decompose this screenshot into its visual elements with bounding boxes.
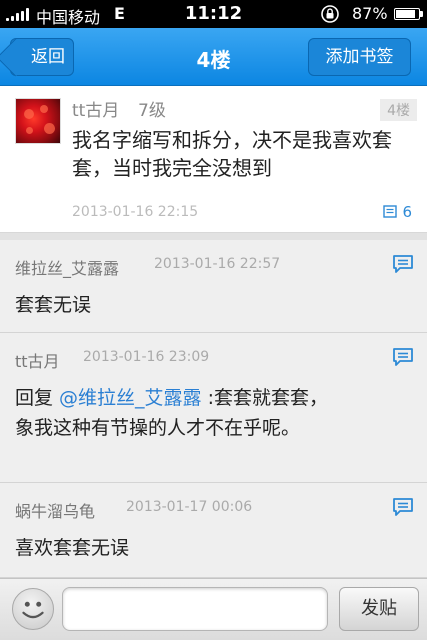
emoji-icon[interactable]: [12, 588, 54, 630]
reply-comment-icon[interactable]: [392, 254, 414, 274]
comment-username[interactable]: 蜗牛溜乌龟: [15, 498, 95, 522]
comment-item: 维拉丝_艾露露 2013-01-16 22:57 套套无误: [0, 240, 427, 333]
reply-comment-icon[interactable]: [392, 497, 414, 517]
post-reply-button[interactable]: 发贴: [339, 587, 419, 631]
reply-count: 6: [402, 203, 412, 221]
section-divider: [0, 232, 427, 240]
comment-timestamp: 2013-01-16 23:09: [83, 349, 210, 365]
comment-content: 喜欢套套无误: [15, 533, 345, 563]
reply-prefix: 回复: [15, 387, 60, 409]
comment-username[interactable]: tt古月: [15, 348, 60, 372]
battery-icon: [394, 8, 420, 20]
comment-username[interactable]: 维拉丝_艾露露: [15, 255, 119, 279]
comment-text: 套套无误: [15, 294, 92, 316]
post-timestamp: 2013-01-16 22:15: [72, 204, 199, 220]
floor-post: tt古月 7级 4楼 我名字缩写和拆分，决不是我喜欢套套，当时我完全没想到 20…: [0, 86, 427, 232]
comment-item: tt古月 2013-01-16 23:09 回复 @维拉丝_艾露露 :套套就套套…: [0, 333, 427, 483]
rotation-lock-icon: [321, 5, 339, 23]
reply-text-input[interactable]: [62, 587, 328, 631]
comment-list: 维拉丝_艾露露 2013-01-16 22:57 套套无误 tt古月 2013-…: [0, 240, 427, 578]
navigation-bar: 返回 4楼 添加书签: [0, 28, 427, 86]
user-level: 7级: [138, 101, 166, 121]
add-bookmark-button[interactable]: 添加书签: [308, 38, 411, 76]
post-content: 我名字缩写和拆分，决不是我喜欢套套，当时我完全没想到: [72, 128, 392, 180]
reply-comment-icon[interactable]: [392, 347, 414, 367]
app: 中国移动 E 11:12 87% 返回 4楼 添加书签 tt古月 7级 4楼 我…: [0, 0, 427, 640]
comment-text: 喜欢套套无误: [15, 537, 130, 559]
comment-content: 套套无误: [15, 290, 345, 320]
floor-badge: 4楼: [380, 99, 417, 121]
battery-percent: 87%: [352, 4, 388, 23]
comment-icon: [383, 205, 398, 218]
battery-tip: [420, 11, 423, 17]
status-bar: 中国移动 E 11:12 87%: [0, 0, 427, 28]
reply-count-button[interactable]: 6: [383, 203, 412, 221]
comment-content: 回复 @维拉丝_艾露露 :套套就套套，象我这种有节操的人才不在乎呢。: [15, 383, 345, 443]
comment-timestamp: 2013-01-16 22:57: [154, 256, 281, 272]
avatar[interactable]: [15, 98, 61, 144]
comment-timestamp: 2013-01-17 00:06: [126, 499, 253, 515]
post-username[interactable]: tt古月: [72, 96, 119, 121]
mention-link[interactable]: @维拉丝_艾露露: [59, 387, 202, 409]
reply-input-bar: 发贴: [0, 578, 427, 640]
comment-item: 蜗牛溜乌龟 2013-01-17 00:06 喜欢套套无误: [0, 483, 427, 578]
